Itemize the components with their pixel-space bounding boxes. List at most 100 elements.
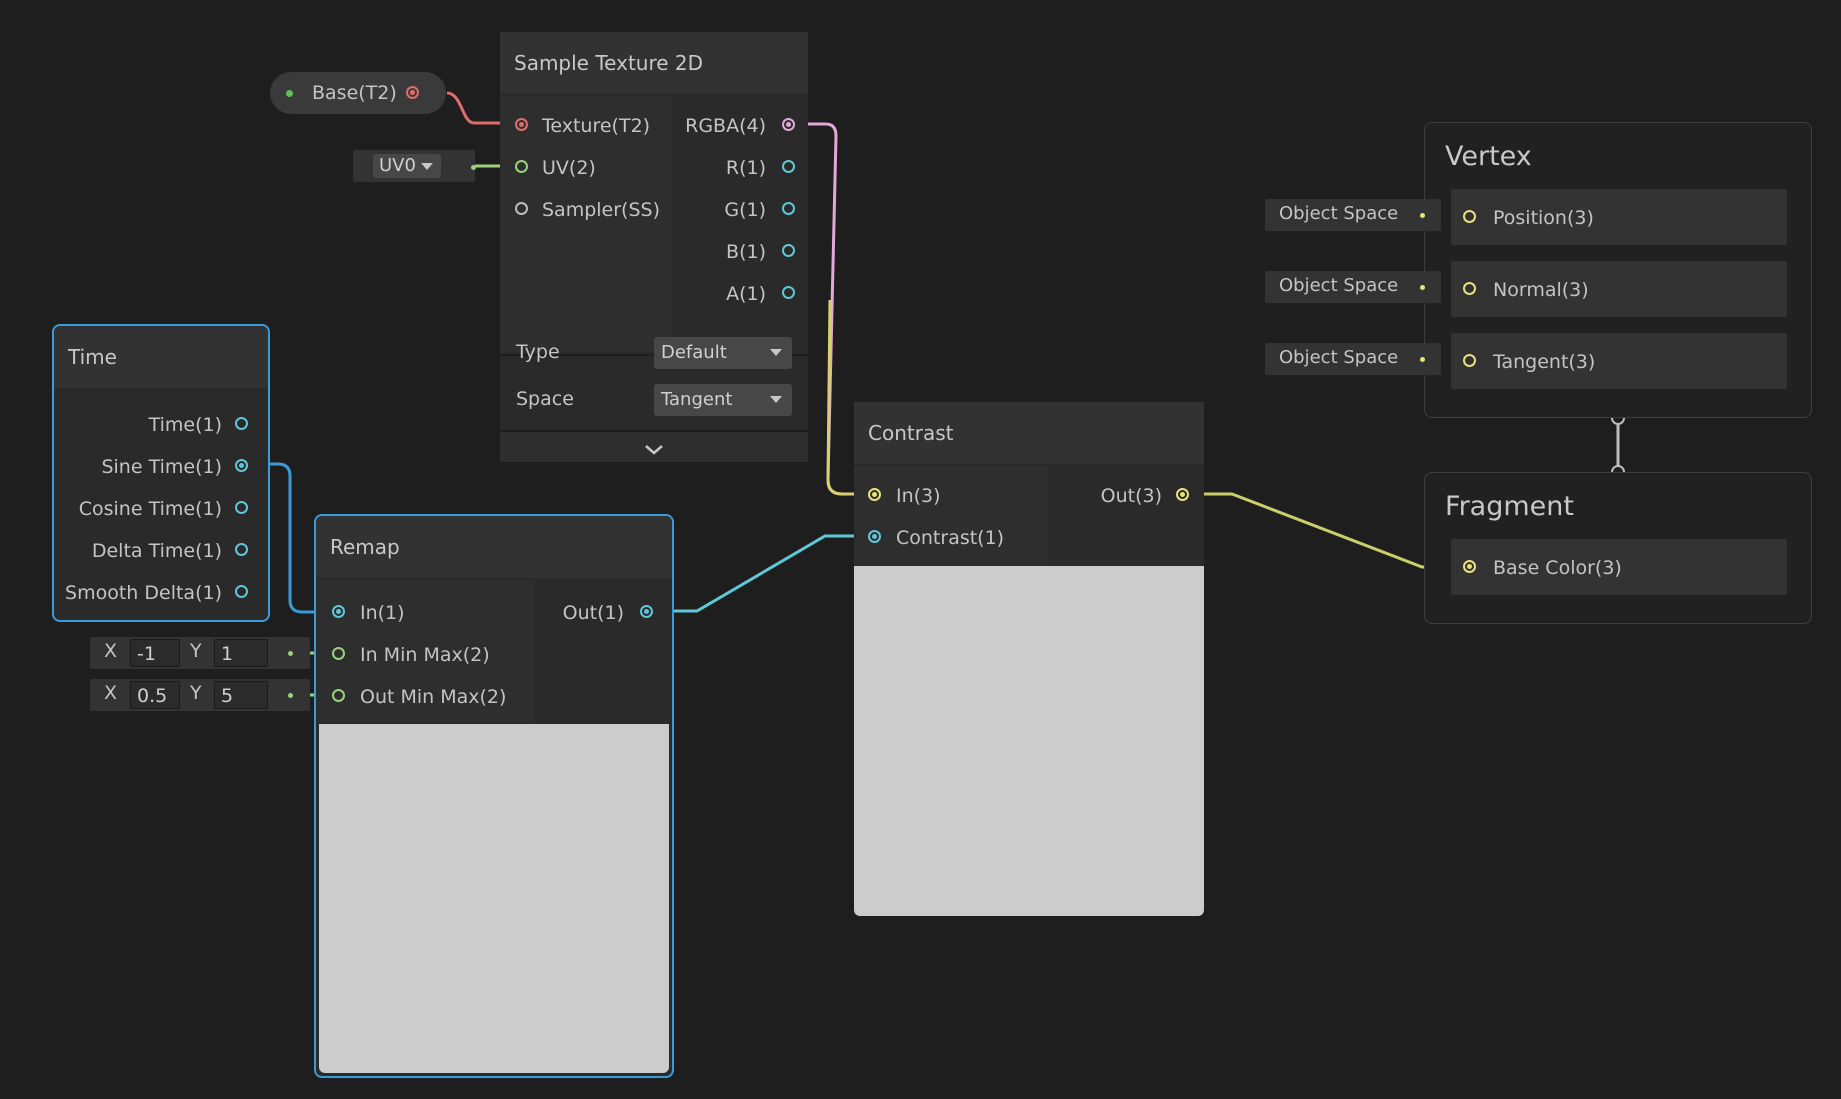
rgba-output-port[interactable]: [782, 118, 795, 131]
uv-chip: UV0: [353, 150, 476, 182]
out-output-label: Out(3): [1100, 485, 1162, 507]
sample-texture-2d-node[interactable]: Sample Texture 2D Texture(T2) UV(2) Samp…: [500, 32, 808, 462]
uv-input-label: UV(2): [542, 157, 596, 179]
object-space-label: Object Space: [1279, 203, 1399, 224]
y-label: Y: [190, 682, 202, 704]
fragment-context[interactable]: Fragment Base Color(3): [1424, 472, 1812, 624]
tangent-block[interactable]: Tangent(3): [1451, 333, 1787, 389]
object-space-label: Object Space: [1279, 275, 1399, 296]
out-output-port[interactable]: [640, 605, 653, 618]
sine-time-output-port[interactable]: [235, 459, 248, 472]
chip-dot: [288, 651, 293, 656]
chevron-down-icon: [770, 396, 782, 403]
remap-node[interactable]: Remap In(1) In Min Max(2) Out Min Max(2)…: [314, 514, 674, 1078]
in-input-label: In(1): [360, 602, 405, 624]
time-node[interactable]: Time Time(1) Sine Time(1) Cosine Time(1)…: [52, 324, 270, 622]
space-dropdown-value: Tangent: [661, 389, 733, 410]
object-space-chip-position: Object Space: [1265, 199, 1441, 231]
b-output-label: B(1): [726, 241, 766, 263]
type-dropdown[interactable]: Default: [654, 337, 792, 369]
node-title: Sample Texture 2D: [514, 51, 704, 75]
property-node-dot: [286, 90, 293, 97]
chip-dot: [288, 693, 293, 698]
in-input-label: In(3): [896, 485, 941, 507]
uv-chip-dot: [471, 165, 476, 170]
cosine-time-output-port[interactable]: [235, 501, 248, 514]
smooth-delta-output-port[interactable]: [235, 585, 248, 598]
node-header[interactable]: Sample Texture 2D: [500, 32, 808, 94]
in-input-port[interactable]: [332, 605, 345, 618]
node-title: Remap: [330, 535, 400, 559]
in-min-x-field[interactable]: -1: [130, 639, 180, 667]
in-min-y-field[interactable]: 1: [214, 639, 268, 667]
type-label: Type: [516, 341, 560, 363]
contrast-input-label: Contrast(1): [896, 527, 1005, 549]
in-min-max-input-label: In Min Max(2): [360, 644, 490, 666]
uv-input-port[interactable]: [515, 160, 528, 173]
node-title: Contrast: [868, 421, 954, 445]
out-output-label: Out(1): [562, 602, 624, 624]
time-output-port[interactable]: [235, 417, 248, 430]
out-min-max-chip: X 0.5 Y 5: [90, 679, 310, 711]
position-input-port[interactable]: [1463, 210, 1476, 223]
expand-footer[interactable]: [500, 430, 808, 462]
smooth-delta-output-label: Smooth Delta(1): [65, 582, 222, 604]
g-output-label: G(1): [724, 199, 766, 221]
node-header[interactable]: Contrast: [854, 402, 1204, 464]
texture-input-label: Texture(T2): [542, 115, 651, 137]
r-output-label: R(1): [725, 157, 766, 179]
out-min-max-input-label: Out Min Max(2): [360, 686, 507, 708]
type-dropdown-value: Default: [661, 342, 727, 363]
vertex-context[interactable]: Vertex Position(3) Normal(3) Tangent(3): [1424, 122, 1812, 418]
node-header[interactable]: Remap: [316, 516, 672, 578]
cosine-time-output-label: Cosine Time(1): [78, 498, 222, 520]
sampler-input-label: Sampler(SS): [542, 199, 660, 221]
tangent-input-port[interactable]: [1463, 354, 1476, 367]
chip-dot: [1420, 357, 1425, 362]
normal-block[interactable]: Normal(3): [1451, 261, 1787, 317]
a-output-port[interactable]: [782, 286, 795, 299]
fragment-title: Fragment: [1445, 491, 1574, 522]
object-space-chip-tangent: Object Space: [1265, 343, 1441, 375]
sampler-input-port[interactable]: [515, 202, 528, 215]
object-space-chip-normal: Object Space: [1265, 271, 1441, 303]
uv-dropdown[interactable]: UV0: [373, 154, 441, 178]
contrast-node[interactable]: Contrast In(3) Contrast(1) Out(3): [854, 402, 1204, 916]
r-output-port[interactable]: [782, 160, 795, 173]
object-space-label: Object Space: [1279, 347, 1399, 368]
contrast-preview: [854, 566, 1204, 916]
contrast-input-port[interactable]: [868, 530, 881, 543]
in-min-max-chip: X -1 Y 1: [90, 637, 310, 669]
base-color-input-port[interactable]: [1463, 560, 1476, 573]
remap-preview: [319, 724, 669, 1073]
delta-time-output-port[interactable]: [235, 543, 248, 556]
chip-dot: [1420, 213, 1425, 218]
vertex-title: Vertex: [1445, 141, 1532, 172]
x-label: X: [104, 640, 118, 662]
y-label: Y: [190, 640, 202, 662]
out-min-max-input-port[interactable]: [332, 689, 345, 702]
expand-chevron-icon: [645, 445, 663, 455]
b-output-port[interactable]: [782, 244, 795, 257]
rgba-output-label: RGBA(4): [685, 115, 766, 137]
normal-input-port[interactable]: [1463, 282, 1476, 295]
in-input-port[interactable]: [868, 488, 881, 501]
tangent-label: Tangent(3): [1493, 351, 1596, 373]
delta-time-output-label: Delta Time(1): [91, 540, 222, 562]
in-min-max-input-port[interactable]: [332, 647, 345, 660]
out-output-port[interactable]: [1176, 488, 1189, 501]
position-block[interactable]: Position(3): [1451, 189, 1787, 245]
out-min-y-field[interactable]: 5: [214, 681, 268, 709]
node-header[interactable]: Time: [54, 326, 268, 388]
sine-time-output-label: Sine Time(1): [101, 456, 222, 478]
texture-input-port[interactable]: [515, 118, 528, 131]
node-title: Time: [68, 345, 117, 369]
space-dropdown[interactable]: Tangent: [654, 384, 792, 416]
out-min-x-field[interactable]: 0.5: [130, 681, 180, 709]
property-output-port[interactable]: [406, 86, 419, 99]
time-output-label: Time(1): [148, 414, 222, 436]
base-color-block[interactable]: Base Color(3): [1451, 539, 1787, 595]
space-label: Space: [516, 388, 574, 410]
property-node-base[interactable]: Base(T2): [270, 72, 446, 114]
g-output-port[interactable]: [782, 202, 795, 215]
